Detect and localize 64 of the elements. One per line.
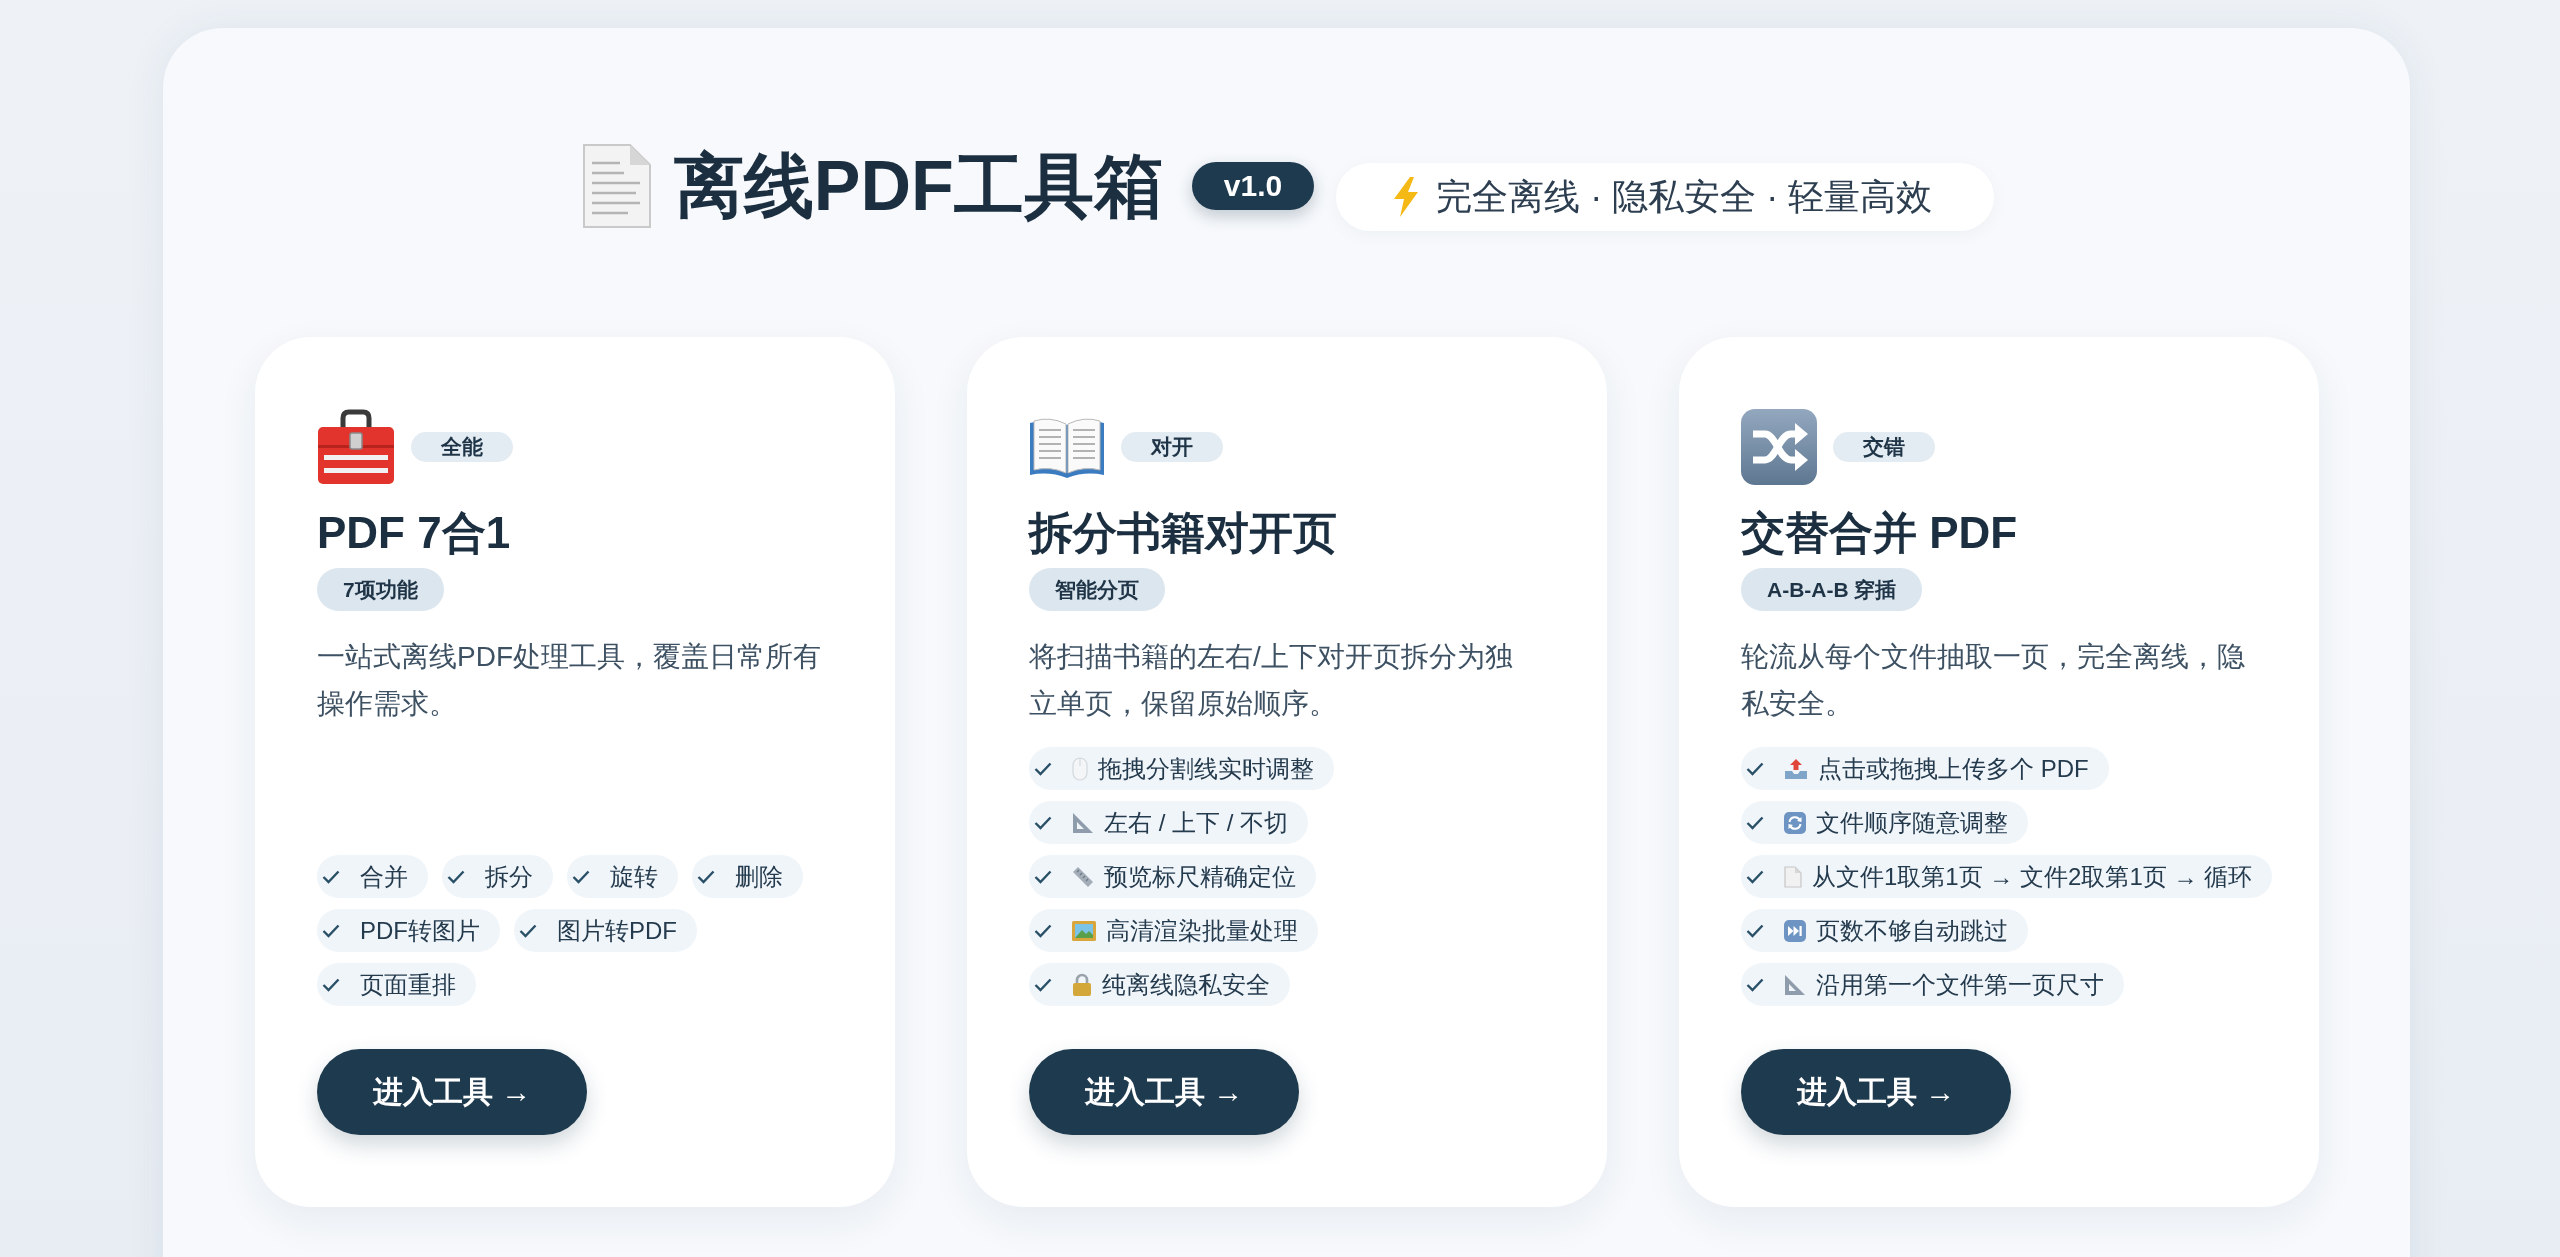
refresh-icon	[1784, 811, 1806, 834]
check-icon	[519, 923, 537, 938]
check-icon	[1034, 815, 1052, 830]
shuffle-icon	[1741, 409, 1817, 485]
highlight-tag: A-B-A-B 穿插	[1741, 568, 1923, 611]
check-icon	[572, 869, 590, 884]
check-icon	[1746, 815, 1764, 830]
lock-icon	[1072, 972, 1092, 997]
document-icon	[1784, 865, 1802, 888]
fast-forward-icon	[1784, 919, 1806, 942]
check-icon	[322, 977, 340, 992]
feature-label: 拖拽分割线实时调整	[1098, 753, 1314, 784]
open-book-icon	[1029, 415, 1105, 479]
check-icon	[1746, 977, 1764, 992]
ruler-icon	[1072, 865, 1094, 888]
feature-label: PDF转图片	[360, 915, 480, 946]
app-title: 离线PDF工具箱	[673, 146, 1164, 227]
feature-label: 预览标尺精确定位	[1104, 861, 1296, 892]
card-description: 一站式离线PDF处理工具，覆盖日常所有操作需求。	[317, 640, 822, 721]
picture-icon	[1072, 920, 1096, 941]
check-icon	[1746, 761, 1764, 776]
feature-label: 点击或拖拽上传多个 PDF	[1818, 753, 2089, 784]
feature-label: 合并	[360, 861, 408, 892]
feature-label: 左右 / 上下 / 不切	[1104, 807, 1288, 838]
feature-label: 文件顺序随意调整	[1816, 807, 2008, 838]
tagline-text: 完全离线 · 隐私安全 · 轻量高效	[1436, 174, 1933, 219]
enter-tool-button[interactable]: 进入工具 →	[317, 1049, 588, 1135]
check-icon	[1034, 977, 1052, 992]
feature-label: 从文件1取第1页 → 文件2取第1页 → 循环	[1812, 861, 2253, 892]
category-tag: 全能	[411, 432, 513, 462]
highlight-tag: 智能分页	[1029, 568, 1165, 611]
toolbox-icon	[317, 409, 395, 485]
card-title: PDF 7合1	[317, 507, 512, 559]
upload-tray-icon	[1784, 757, 1808, 780]
check-icon	[1746, 869, 1764, 884]
feature-label: 旋转	[610, 861, 658, 892]
card-title: 拆分书籍对开页	[1029, 507, 1338, 559]
check-icon	[697, 869, 715, 884]
feature-label: 删除	[735, 861, 783, 892]
category-tag: 对开	[1121, 432, 1223, 462]
check-icon	[1034, 923, 1052, 938]
check-icon	[322, 869, 340, 884]
feature-label: 图片转PDF	[557, 915, 677, 946]
enter-tool-button[interactable]: 进入工具 →	[1029, 1049, 1300, 1135]
check-icon	[1034, 761, 1052, 776]
mouse-icon	[1072, 756, 1088, 781]
feature-label: 纯离线隐私安全	[1102, 969, 1270, 1000]
lightning-icon	[1392, 177, 1421, 217]
card-title: 交替合并 PDF	[1741, 507, 2019, 559]
check-icon	[1034, 869, 1052, 884]
feature-label: 高清渲染批量处理	[1106, 915, 1298, 946]
card-description: 将扫描书籍的左右/上下对开页拆分为独立单页，保留原始顺序。	[1029, 640, 1514, 721]
check-icon	[1746, 923, 1764, 938]
feature-label: 页面重排	[360, 969, 456, 1000]
card-description: 轮流从每个文件抽取一页，完全离线，隐私安全。	[1741, 640, 2246, 721]
category-tag: 交错	[1833, 432, 1935, 462]
enter-tool-button[interactable]: 进入工具 →	[1741, 1049, 2012, 1135]
feature-label: 沿用第一个文件第一页尺寸	[1816, 969, 2104, 1000]
feature-label: 页数不够自动跳过	[1816, 915, 2008, 946]
highlight-tag: 7项功能	[317, 568, 444, 611]
check-icon	[447, 869, 465, 884]
check-icon	[322, 923, 340, 938]
version-badge: v1.0	[1191, 162, 1315, 210]
feature-label: 拆分	[485, 861, 533, 892]
